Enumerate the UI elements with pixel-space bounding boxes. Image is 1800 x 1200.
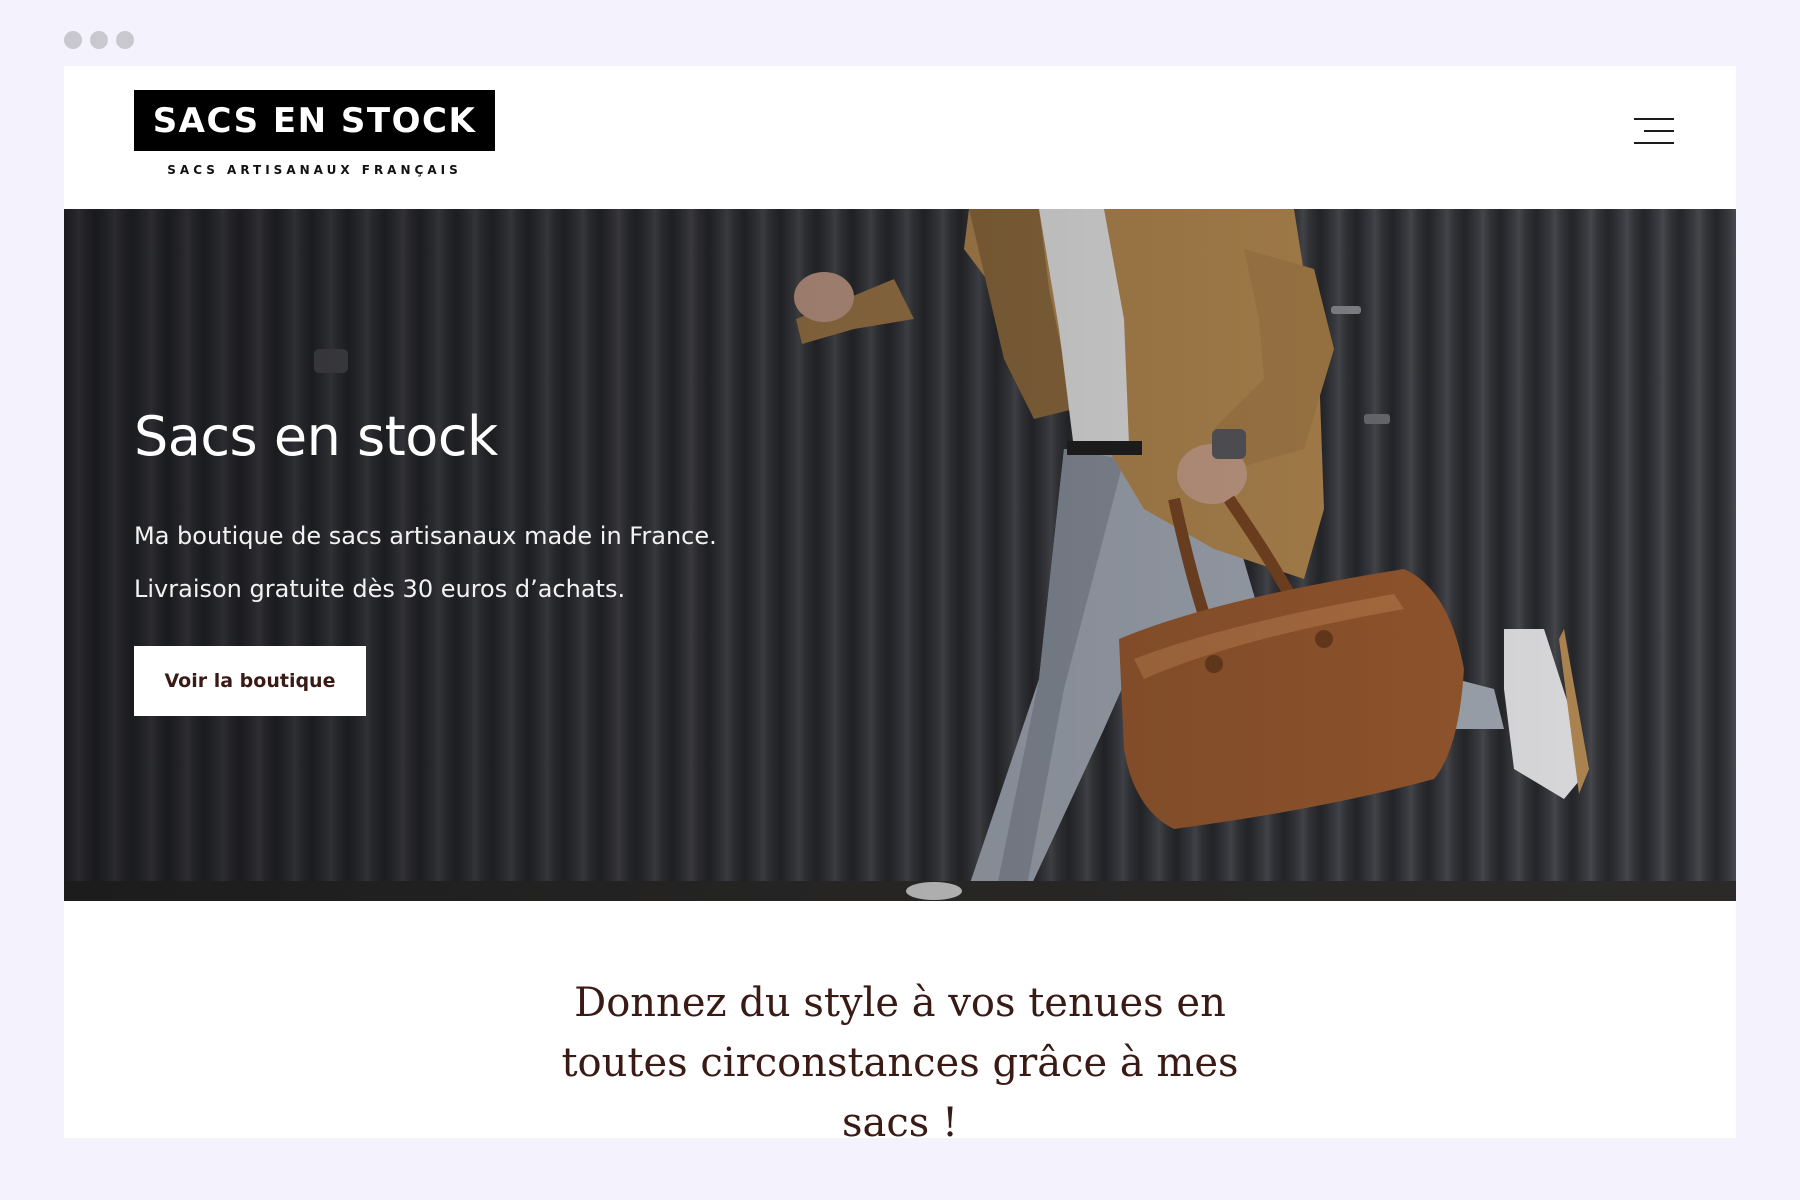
logo-title: SACS EN STOCK (134, 90, 495, 151)
website-page: SACS EN STOCK SACS ARTISANAUX FRANÇAIS S… (64, 66, 1736, 1138)
site-logo[interactable]: SACS EN STOCK SACS ARTISANAUX FRANÇAIS (134, 90, 495, 177)
hero-description: Ma boutique de sacs artisanaux made in F… (134, 521, 717, 550)
site-header: SACS EN STOCK SACS ARTISANAUX FRANÇAIS (64, 66, 1736, 209)
intro-tagline: Donnez du style à vos tenues en toutes c… (561, 980, 1239, 1138)
shop-cta-button[interactable]: Voir la boutique (134, 646, 366, 717)
intro-section: Donnez du style à vos tenues en toutes c… (64, 901, 1736, 1138)
hero-shipping-info: Livraison gratuite dès 30 euros d’achats… (134, 574, 626, 603)
window-dot-icon (90, 31, 108, 49)
window-controls (64, 31, 134, 49)
hero-content: Sacs en stock Ma boutique de sacs artisa… (134, 405, 834, 717)
hamburger-menu-icon[interactable] (1634, 116, 1674, 148)
hero-title: Sacs en stock (134, 405, 498, 468)
logo-tagline: SACS ARTISANAUX FRANÇAIS (167, 163, 462, 177)
window-dot-icon (116, 31, 134, 49)
window-dot-icon (64, 31, 82, 49)
hero-banner: Sacs en stock Ma boutique de sacs artisa… (64, 209, 1736, 901)
